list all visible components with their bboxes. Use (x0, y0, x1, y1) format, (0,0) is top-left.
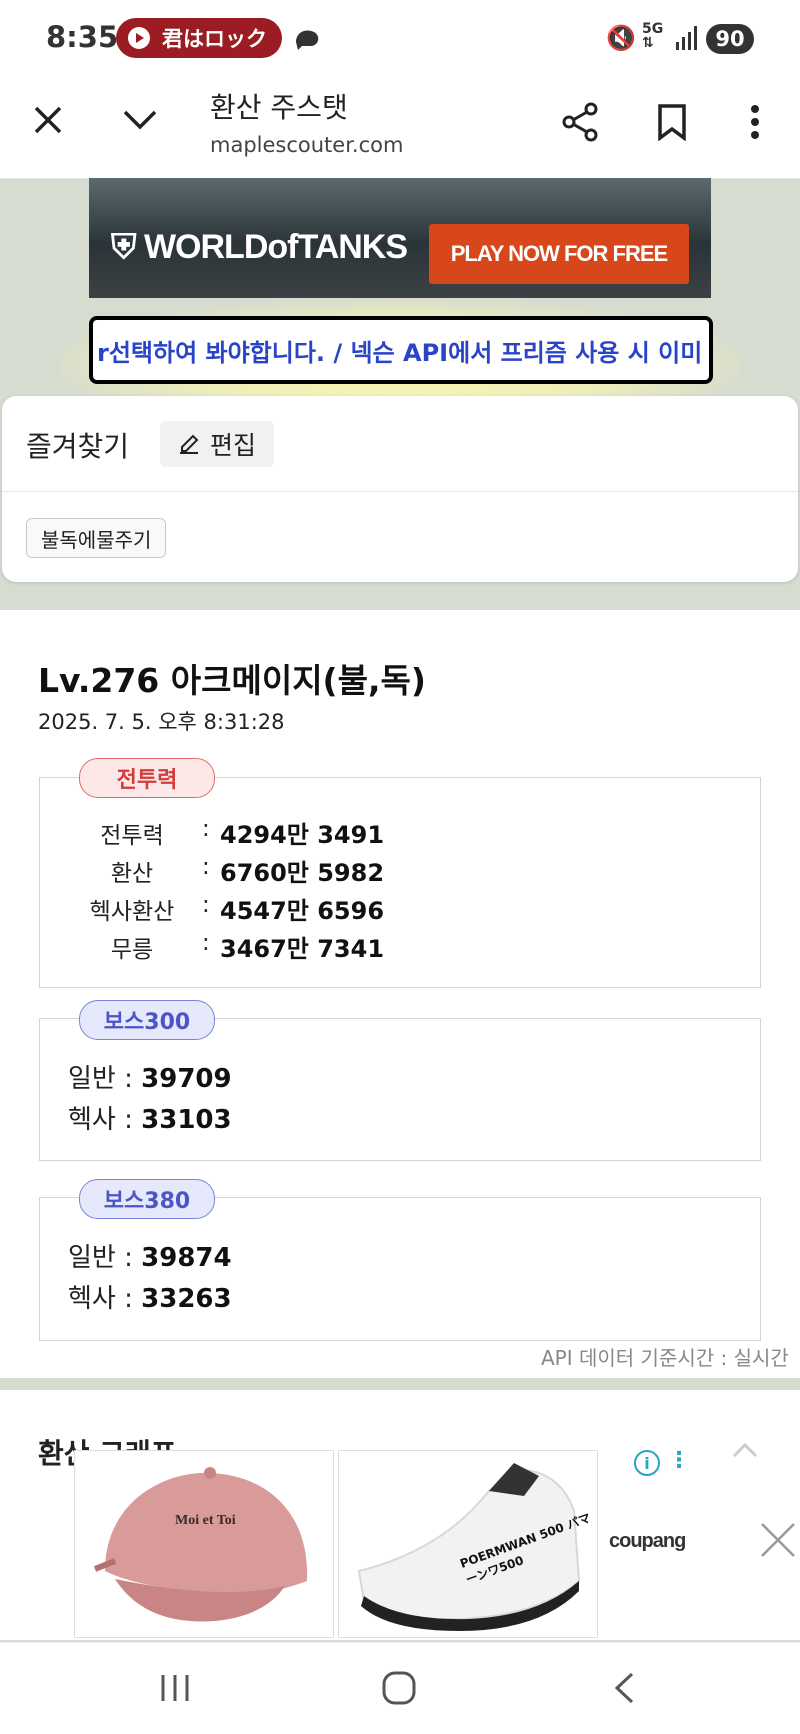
boss300-hexa-row: 헥사 : 33103 (68, 1105, 232, 1135)
recent-apps-icon (161, 1675, 189, 1701)
now-playing-pill[interactable]: 君はロック (116, 18, 282, 58)
bookmark-icon (658, 104, 686, 141)
stat-value: 4547만 6596 (220, 897, 385, 925)
ticker-text: r선택하여 봐야합니다. / 넥슨 API에서 프리즘 사용 시 이미 (97, 338, 703, 367)
shield-icon: ⛨ (111, 228, 144, 266)
stat-colon: : (202, 930, 210, 956)
more-options-button[interactable] (740, 100, 770, 144)
favorites-title: 즐겨찾기 (26, 430, 130, 463)
ad-more-icon[interactable]: ⋮ (668, 1448, 690, 1473)
signal-icon (676, 26, 697, 50)
stat-value: 4294만 3491 (220, 821, 385, 849)
boss380-normal-row: 일반 : 39874 (68, 1243, 232, 1273)
page-title: 환산 주스탯 (210, 91, 348, 124)
stat-value: 3467만 7341 (220, 935, 385, 963)
ad-logo-text: WORLDofTANKS (143, 228, 408, 266)
more-vertical-icon (751, 105, 759, 139)
boss300-normal-row: 일반 : 39709 (68, 1064, 232, 1094)
play-icon (128, 27, 150, 49)
total-power-badge: 전투력 (79, 758, 215, 798)
data-arrows-icon: ⇅ (642, 35, 654, 51)
mute-icon: 🔇 (606, 24, 636, 52)
ad-logo: ⛨ WORLDofTANKS (111, 228, 408, 267)
network-icon: 5G ⇅ (642, 22, 663, 50)
divider (2, 491, 798, 492)
boss-row-label: 일반 (68, 1064, 116, 1094)
status-time: 8:35 (46, 20, 119, 54)
game-ad-banner[interactable]: ⛨ WORLDofTANKS PLAY NOW FOR FREE (89, 178, 711, 298)
now-playing-title: 君はロック (162, 27, 267, 51)
ad-product-cap[interactable]: Moi et Toi (74, 1450, 334, 1638)
boss-row-label: 헥사 (68, 1105, 116, 1135)
close-tab-button[interactable] (28, 100, 68, 140)
back-button[interactable] (604, 1668, 644, 1708)
stat-label: 무릉 (110, 937, 154, 963)
home-button[interactable] (374, 1666, 424, 1710)
edit-label: 편집 (209, 431, 256, 460)
boss-row-value: 39874 (141, 1243, 232, 1273)
stat-label: 헥사환산 (89, 899, 175, 925)
boss-row-value: 33263 (141, 1284, 232, 1314)
chevron-down-icon (123, 110, 157, 130)
favorite-chip[interactable]: 불독에물주기 (26, 518, 167, 558)
share-button[interactable] (558, 100, 602, 144)
recent-apps-button[interactable] (150, 1668, 200, 1708)
stat-colon: : (202, 854, 210, 880)
back-icon (614, 1672, 634, 1704)
api-time-note: API 데이터 기준시간 : 실시간 (541, 1346, 789, 1370)
threads-icon (296, 30, 319, 50)
boss-row-value: 39709 (141, 1064, 232, 1094)
stat-label: 환산 (110, 861, 154, 887)
boss380-hexa-row: 헥사 : 33263 (68, 1284, 232, 1314)
share-icon (562, 102, 598, 142)
boss300-badge: 보스300 (79, 1000, 215, 1040)
bookmark-button[interactable] (652, 100, 692, 144)
stat-value: 6760만 5982 (220, 859, 385, 887)
ad-product-shoe[interactable]: POERMWAN 500 パマーンワ500 (338, 1450, 598, 1638)
stat-colon: : (202, 816, 210, 842)
boss-row-value: 33103 (141, 1105, 232, 1135)
boss-row-label: 일반 (68, 1243, 116, 1273)
ad-cta-button[interactable]: PLAY NOW FOR FREE (429, 224, 689, 284)
section-gap (0, 1378, 800, 1390)
close-icon (34, 106, 62, 134)
pencil-icon (179, 434, 199, 454)
battery-indicator: 90 (706, 24, 754, 54)
home-icon (382, 1671, 416, 1705)
coupang-logo: coupang (609, 1530, 686, 1552)
collapse-button[interactable] (118, 100, 162, 140)
character-title: Lv.276 아크메이지(불,독) (38, 661, 426, 700)
page-url[interactable]: maplescouter.com (210, 133, 403, 157)
stat-colon: : (202, 892, 210, 918)
ad-close-icon[interactable] (758, 1520, 798, 1560)
cap-brand-text: Moi et Toi (175, 1513, 236, 1528)
character-date: 2025. 7. 5. 오후 8:31:28 (38, 710, 285, 734)
boss-row-label: 헥사 (68, 1284, 116, 1314)
stat-label: 전투력 (100, 823, 164, 849)
notice-ticker: r선택하여 봐야합니다. / 넥슨 API에서 프리즘 사용 시 이미 (89, 316, 713, 384)
boss380-badge: 보스380 (79, 1179, 215, 1219)
cap-image (75, 1451, 333, 1637)
ad-info-icon[interactable]: i (634, 1450, 660, 1476)
favorites-edit-button[interactable]: 편집 (160, 421, 274, 467)
